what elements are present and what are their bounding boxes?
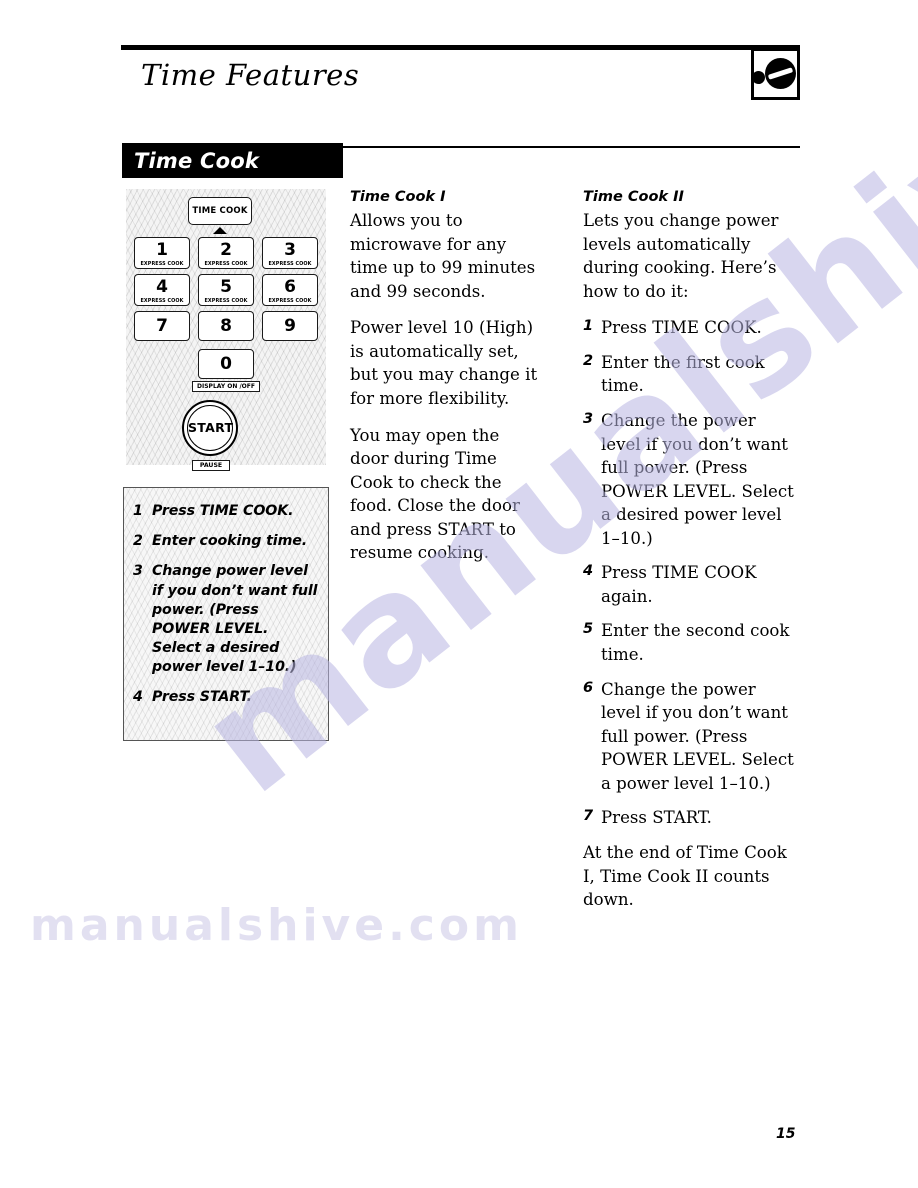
key-8[interactable]: 8 — [198, 311, 254, 341]
section-rule — [343, 146, 800, 148]
section-heading-label: Time Cook — [134, 149, 259, 173]
time-cook-2-closing: At the end of Time Cook I, Time Cook II … — [583, 842, 787, 910]
quick-step-4: 4 Press START. — [132, 688, 318, 707]
time-cook-1-paragraph-1: Allows you to microwave for any time up … — [350, 211, 536, 301]
time-cook-2-step-6-text: Change the power level if you don’t want… — [601, 679, 794, 793]
time-cook-2-step-3-number: 3 — [583, 410, 594, 427]
key-1-number: 1 — [156, 240, 168, 260]
key-5[interactable]: 5 EXPRESS COOK — [198, 274, 254, 306]
header-rule — [121, 45, 800, 50]
time-cook-2-step-6-number: 6 — [583, 679, 594, 696]
key-7-number: 7 — [156, 316, 168, 336]
time-cook-2-intro: Lets you change power levels automatical… — [583, 211, 779, 301]
key-8-number: 8 — [220, 316, 232, 336]
key-6-sublabel: EXPRESS COOK — [268, 298, 312, 304]
time-cook-2-step-2: 2 Enter the first cook time. — [583, 351, 799, 398]
key-3[interactable]: 3 EXPRESS COOK — [262, 237, 318, 269]
key-2-number: 2 — [220, 240, 232, 260]
key-4[interactable]: 4 EXPRESS COOK — [134, 274, 190, 306]
time-cook-1-paragraph-2: Power level 10 (High) is automatically s… — [350, 318, 538, 408]
time-cook-2-step-4-text: Press TIME COOK again. — [601, 563, 757, 606]
page-title: Time Features — [141, 58, 360, 92]
time-cook-2-step-1: 1 Press TIME COOK. — [583, 316, 799, 340]
time-cook-2-step-4: 4 Press TIME COOK again. — [583, 561, 799, 608]
time-cook-pointer-icon — [213, 227, 227, 234]
time-cook-2-step-3: 3 Change the power level if you don’t wa… — [583, 409, 799, 550]
pause-tag[interactable]: PAUSE — [192, 460, 230, 471]
time-cook-2-step-5-text: Enter the second cook time. — [601, 621, 790, 664]
key-0[interactable]: 0 — [198, 349, 254, 379]
column-time-cook-1: Time Cook I Allows you to microwave for … — [350, 189, 540, 578]
start-button-label: START — [188, 420, 234, 435]
time-cook-2-step-5-number: 5 — [583, 621, 594, 638]
quick-step-3: 3 Change power level if you don’t want f… — [132, 562, 318, 677]
quick-steps-list: 1 Press TIME COOK. 2 Enter cooking time.… — [132, 502, 318, 708]
quick-step-4-text: Press START. — [152, 689, 252, 706]
page-number: 15 — [776, 1126, 796, 1142]
quick-step-4-number: 4 — [133, 689, 143, 706]
section-heading-bar: Time Cook — [122, 143, 343, 178]
keypad-illustration: TIME COOK 1 EXPRESS COOK 2 EXPRESS COOK … — [126, 189, 326, 471]
quick-step-2-text: Enter cooking time. — [152, 533, 308, 550]
quick-step-1-number: 1 — [133, 503, 143, 519]
display-on-off-tag[interactable]: DISPLAY ON /OFF — [192, 381, 260, 392]
key-0-number: 0 — [220, 354, 232, 374]
quick-steps-box: 1 Press TIME COOK. 2 Enter cooking time.… — [123, 487, 329, 741]
door-latch-dot — [752, 71, 765, 84]
quick-step-3-text: Change power level if you don’t want ful… — [152, 563, 318, 676]
key-time-cook-label: TIME COOK — [192, 206, 248, 216]
quick-step-1: 1 Press TIME COOK. — [132, 502, 318, 521]
key-9-number: 9 — [284, 316, 296, 336]
start-button[interactable]: START — [182, 400, 238, 456]
key-6[interactable]: 6 EXPRESS COOK — [262, 274, 318, 306]
time-cook-2-step-1-text: Press TIME COOK. — [601, 318, 762, 338]
start-button-ring: START — [187, 405, 233, 451]
key-7[interactable]: 7 — [134, 311, 190, 341]
watermark-text-secondary: manualshive.com — [30, 900, 523, 951]
time-cook-2-step-7-text: Press START. — [601, 808, 712, 828]
key-2[interactable]: 2 EXPRESS COOK — [198, 237, 254, 269]
key-3-number: 3 — [284, 240, 296, 260]
time-cook-1-paragraph-3: You may open the door during Time Cook t… — [350, 425, 520, 563]
time-cook-2-step-6: 6 Change the power level if you don’t wa… — [583, 678, 799, 796]
key-1-sublabel: EXPRESS COOK — [140, 261, 184, 267]
key-3-sublabel: EXPRESS COOK — [268, 261, 312, 267]
quick-step-1-text: Press TIME COOK. — [152, 503, 294, 519]
quick-step-2-number: 2 — [133, 533, 143, 550]
quick-step-2: 2 Enter cooking time. — [132, 532, 318, 551]
quick-step-3-number: 3 — [133, 563, 143, 580]
key-4-sublabel: EXPRESS COOK — [140, 298, 184, 304]
time-cook-2-step-2-text: Enter the first cook time. — [601, 352, 765, 396]
time-cook-2-step-4-number: 4 — [583, 563, 594, 580]
time-cook-2-heading: Time Cook II — [583, 189, 684, 205]
key-2-sublabel: EXPRESS COOK — [204, 261, 248, 267]
time-cook-2-step-7-number: 7 — [583, 808, 594, 825]
key-1[interactable]: 1 EXPRESS COOK — [134, 237, 190, 269]
time-cook-2-step-5: 5 Enter the second cook time. — [583, 619, 799, 666]
key-5-number: 5 — [220, 277, 232, 297]
key-4-number: 4 — [156, 277, 168, 297]
column-time-cook-2: Time Cook II Lets you change power level… — [583, 189, 799, 925]
time-cook-2-step-7: 7 Press START. — [583, 806, 799, 830]
key-9[interactable]: 9 — [262, 311, 318, 341]
key-6-number: 6 — [284, 277, 296, 297]
key-time-cook[interactable]: TIME COOK — [188, 197, 252, 225]
key-5-sublabel: EXPRESS COOK — [204, 298, 248, 304]
microwave-door-icon — [751, 48, 800, 100]
time-cook-2-step-3-text: Change the power level if you don’t want… — [601, 410, 794, 548]
time-cook-1-heading: Time Cook I — [350, 189, 446, 205]
time-cook-2-step-1-number: 1 — [583, 318, 594, 335]
time-cook-2-steps: 1 Press TIME COOK. 2 Enter the first coo… — [583, 316, 799, 830]
time-cook-2-step-2-number: 2 — [583, 352, 594, 369]
